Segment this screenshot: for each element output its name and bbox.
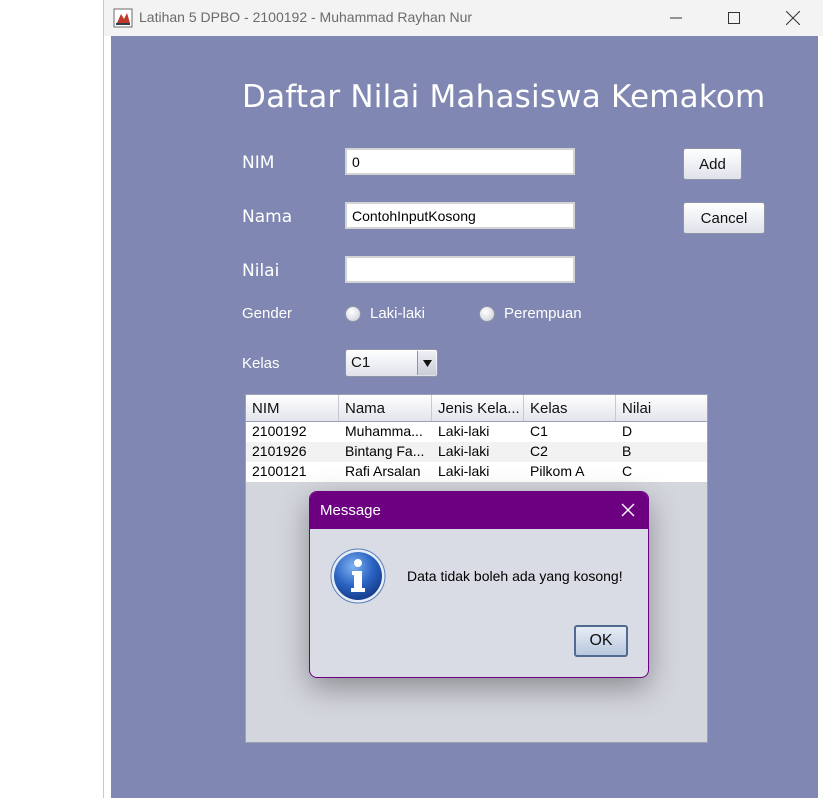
dropdown-arrow-icon[interactable] bbox=[417, 351, 436, 375]
column-header-nim[interactable]: NIM bbox=[246, 395, 339, 421]
app-window: Latihan 5 DPBO - 2100192 - Muhammad Rayh… bbox=[103, 0, 823, 798]
page-title: Daftar Nilai Mahasiswa Kemakom bbox=[242, 79, 766, 115]
close-icon[interactable] bbox=[620, 502, 636, 518]
window-titlebar[interactable]: Latihan 5 DPBO - 2100192 - Muhammad Rayh… bbox=[104, 0, 823, 36]
table-cell: D bbox=[622, 423, 633, 439]
kelas-dropdown[interactable]: C1 bbox=[345, 349, 438, 377]
java-app-icon bbox=[113, 8, 133, 28]
nim-field[interactable]: 0 bbox=[345, 148, 575, 175]
cancel-button[interactable]: Cancel bbox=[683, 202, 765, 234]
form-panel: Daftar Nilai Mahasiswa Kemakom NIM 0 Add… bbox=[111, 36, 818, 798]
add-button[interactable]: Add bbox=[683, 148, 742, 180]
radio-unchecked-icon bbox=[345, 305, 361, 322]
table-cell: C bbox=[622, 463, 633, 479]
table-cell: C1 bbox=[530, 423, 548, 439]
gender-radio-laki[interactable]: Laki-laki bbox=[345, 305, 425, 322]
gender-label: Gender bbox=[242, 305, 293, 322]
dialog-message: Data tidak boleh ada yang kosong! bbox=[407, 568, 623, 584]
table-cell: B bbox=[622, 443, 632, 459]
nilai-field[interactable] bbox=[345, 256, 575, 283]
minimize-icon bbox=[670, 17, 682, 19]
table-cell: 2100192 bbox=[252, 423, 307, 439]
ok-button[interactable]: OK bbox=[574, 625, 628, 657]
table-cell: C2 bbox=[530, 443, 548, 459]
table-row[interactable]: 2100121 Rafi Arsalan Laki-laki Pilkom A … bbox=[246, 462, 707, 482]
table-cell: Muhamma... bbox=[345, 423, 423, 439]
window-title: Latihan 5 DPBO - 2100192 - Muhammad Rayh… bbox=[139, 9, 473, 25]
dialog-title: Message bbox=[320, 502, 381, 519]
nama-field[interactable]: ContohInputKosong bbox=[345, 202, 575, 229]
nama-label: Nama bbox=[242, 207, 293, 227]
table-cell: 2101926 bbox=[252, 443, 307, 459]
table-cell: 2100121 bbox=[252, 463, 307, 479]
dialog-titlebar[interactable]: Message bbox=[310, 492, 648, 529]
table-row[interactable]: 2100192 Muhamma... Laki-laki C1 D bbox=[246, 422, 707, 442]
table-cell: Pilkom A bbox=[530, 463, 585, 479]
table-cell: Rafi Arsalan bbox=[345, 463, 421, 479]
maximize-icon bbox=[728, 12, 740, 24]
kelas-selected-value: C1 bbox=[351, 354, 371, 371]
close-window-button[interactable] bbox=[770, 0, 816, 36]
minimize-button[interactable] bbox=[653, 0, 699, 36]
table-header: NIM Nama Jenis Kela... Kelas Nilai bbox=[246, 395, 707, 422]
column-header-nilai[interactable]: Nilai bbox=[616, 395, 707, 421]
radio-label: Laki-laki bbox=[370, 305, 426, 322]
column-header-jenis-kelamin[interactable]: Jenis Kela... bbox=[432, 395, 524, 421]
radio-label: Perempuan bbox=[504, 305, 582, 322]
table-body: 2100192 Muhamma... Laki-laki C1 D 210192… bbox=[246, 422, 707, 482]
table-cell: Laki-laki bbox=[438, 423, 490, 439]
chevron-down-icon bbox=[422, 359, 432, 367]
kelas-label: Kelas bbox=[242, 355, 280, 372]
radio-unchecked-icon bbox=[479, 305, 495, 322]
nim-label: NIM bbox=[242, 153, 275, 173]
nilai-label: Nilai bbox=[242, 261, 280, 281]
column-header-kelas[interactable]: Kelas bbox=[524, 395, 616, 421]
table-cell: Laki-laki bbox=[438, 463, 490, 479]
gender-radio-perempuan[interactable]: Perempuan bbox=[479, 305, 582, 322]
column-header-nama[interactable]: Nama bbox=[339, 395, 432, 421]
table-row[interactable]: 2101926 Bintang Fa... Laki-laki C2 B bbox=[246, 442, 707, 462]
close-icon bbox=[786, 11, 800, 25]
table-cell: Bintang Fa... bbox=[345, 443, 425, 459]
info-icon bbox=[330, 548, 386, 604]
table-cell: Laki-laki bbox=[438, 443, 490, 459]
message-dialog: Message Data tidak boleh ada yang kosong… bbox=[309, 491, 649, 678]
maximize-button[interactable] bbox=[711, 0, 757, 36]
